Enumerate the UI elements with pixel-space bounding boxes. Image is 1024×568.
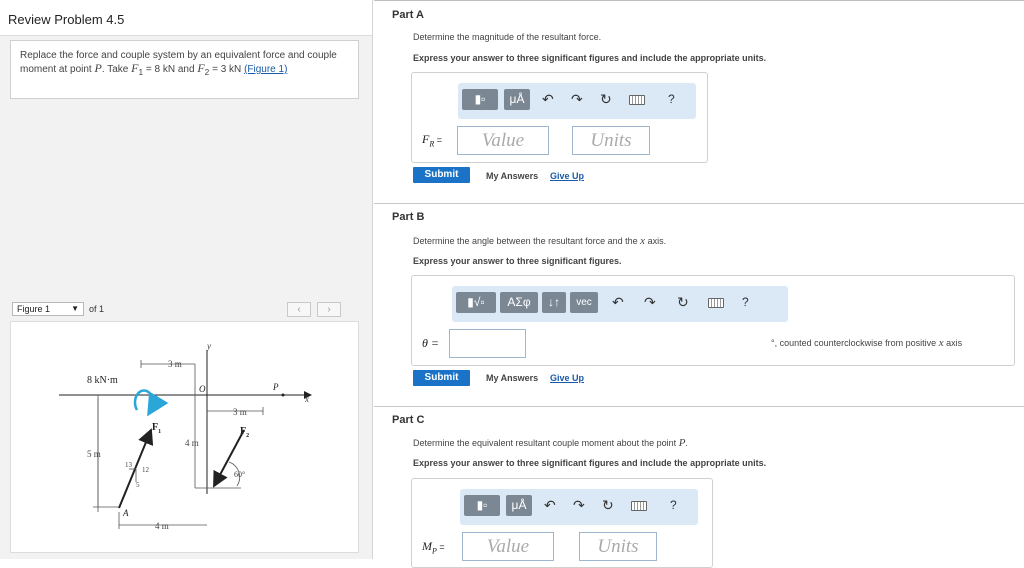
- problem-header: Review Problem 4.5: [0, 0, 372, 36]
- dim-4m-vertical: 4 m: [185, 438, 199, 448]
- dim-3m-right: 3 m: [233, 407, 247, 417]
- triangle-12: 12: [142, 466, 150, 474]
- keyboard-icon[interactable]: [631, 501, 647, 511]
- help-button[interactable]: ?: [670, 496, 677, 514]
- dim-3m-top: 3 m: [168, 359, 182, 369]
- undo-icon[interactable]: ↶: [542, 90, 554, 108]
- part-b-title: Part B: [392, 211, 425, 223]
- part-b-unit-note: °, counted counterclockwise from positiv…: [771, 337, 963, 349]
- chevron-left-icon: ‹: [297, 304, 301, 315]
- redo-icon[interactable]: ↷: [573, 496, 585, 514]
- part-a-units-input[interactable]: Units: [572, 126, 650, 155]
- problem-title: Review Problem 4.5: [8, 12, 125, 27]
- dim-5m: 5 m: [87, 449, 101, 459]
- caret-down-icon: ▼: [71, 304, 79, 313]
- sqrt-templates-icon: ▮√▫: [467, 295, 485, 309]
- redo-icon[interactable]: ↷: [571, 90, 583, 108]
- angle-label: 60°: [234, 470, 245, 479]
- part-a-title: Part A: [392, 9, 424, 21]
- part-c-instruction: Express your answer to three significant…: [413, 458, 767, 468]
- top-divider: [374, 0, 1024, 1]
- part-a-field-label: FR =: [422, 132, 442, 149]
- part-c-prompt: Determine the equivalent resultant coupl…: [413, 437, 688, 449]
- dim-4m-bottom: 4 m: [155, 521, 169, 531]
- point-p-label: P: [272, 382, 279, 392]
- reset-icon[interactable]: ↻: [602, 496, 614, 514]
- help-button[interactable]: ?: [742, 293, 749, 311]
- moment-arrow: [133, 389, 169, 417]
- point-a-label: A: [122, 508, 129, 518]
- figure-nav: Figure 1 ▼ of 1 ‹ ›: [10, 301, 359, 319]
- keyboard-icon[interactable]: [708, 298, 724, 308]
- part-b-prompt: Determine the angle between the resultan…: [413, 235, 667, 247]
- origin-label: O: [199, 384, 206, 394]
- part-divider: [374, 203, 1024, 204]
- figure-count: of 1: [89, 304, 105, 314]
- part-a-answer-box: ▮▫ μÅ ↶ ↷ ↻ ? FR = Value Units: [411, 72, 708, 163]
- part-c-value-input[interactable]: Value: [462, 532, 554, 561]
- reset-icon[interactable]: ↻: [600, 90, 612, 108]
- templates-button[interactable]: ▮▫: [462, 89, 498, 110]
- redo-icon[interactable]: ↷: [644, 293, 656, 311]
- part-a-give-up[interactable]: Give Up: [550, 171, 584, 181]
- chevron-right-icon: ›: [327, 304, 331, 315]
- figure-prev-button[interactable]: ‹: [287, 302, 311, 317]
- part-c-units-input[interactable]: Units: [579, 532, 657, 561]
- part-b-instruction: Express your answer to three significant…: [413, 256, 622, 266]
- moment-label: 8 kN·m: [87, 375, 118, 386]
- figure-select[interactable]: Figure 1 ▼: [12, 302, 84, 316]
- units-button[interactable]: μÅ: [504, 89, 530, 110]
- keyboard-icon[interactable]: [629, 95, 645, 105]
- part-a-toolbar: ▮▫ μÅ ↶ ↷ ↻ ?: [458, 83, 696, 119]
- vec-button[interactable]: vec: [570, 292, 598, 313]
- part-b-value-input[interactable]: [449, 329, 526, 358]
- part-a-submit-button[interactable]: Submit: [413, 167, 470, 183]
- part-b-submit-button[interactable]: Submit: [413, 370, 470, 386]
- part-b-give-up[interactable]: Give Up: [550, 373, 584, 383]
- units-button[interactable]: μÅ: [506, 495, 532, 516]
- templates-icon: ▮▫: [476, 498, 488, 512]
- part-b-my-answers[interactable]: My Answers: [486, 373, 538, 383]
- figure-diagram: 8 kN·m 3 m 3 m 4 m 5 m 4 m y x O P A F1 …: [59, 341, 312, 531]
- reset-icon[interactable]: ↻: [677, 293, 689, 311]
- figure-link[interactable]: (Figure 1): [244, 64, 287, 75]
- part-c-toolbar: ▮▫ μÅ ↶ ↷ ↻ ?: [460, 489, 698, 525]
- f2-label: F2: [240, 426, 249, 439]
- part-c-field-label: MP =: [422, 539, 445, 556]
- part-c-title: Part C: [392, 414, 425, 426]
- figure-panel: 8 kN·m 3 m 3 m 4 m 5 m 4 m y x O P A F1 …: [10, 321, 359, 553]
- part-c-answer-box: ▮▫ μÅ ↶ ↷ ↻ ? MP = Value Units: [411, 478, 713, 568]
- part-divider: [374, 406, 1024, 407]
- answers-panel: Part A Determine the magnitude of the re…: [374, 0, 1024, 568]
- undo-icon[interactable]: ↶: [612, 293, 624, 311]
- templates-icon: ▮▫: [474, 92, 486, 106]
- part-a-prompt: Determine the magnitude of the resultant…: [413, 32, 602, 42]
- part-a-my-answers[interactable]: My Answers: [486, 171, 538, 181]
- arrows-button[interactable]: ↓↑: [542, 292, 566, 313]
- problem-statement: Replace the force and couple system by a…: [10, 40, 359, 99]
- help-button[interactable]: ?: [668, 90, 675, 108]
- undo-icon[interactable]: ↶: [544, 496, 556, 514]
- part-b-answer-box: ▮√▫ ΑΣφ ↓↑ vec ↶ ↷ ↻ ? θ = °, counted co…: [411, 275, 1015, 366]
- greek-button[interactable]: ΑΣφ: [500, 292, 538, 313]
- part-b-field-label: θ =: [422, 336, 439, 350]
- sqrt-templates-button[interactable]: ▮√▫: [456, 292, 496, 313]
- f1-label: F1: [152, 422, 161, 435]
- figure-next-button[interactable]: ›: [317, 302, 341, 317]
- axis-x-label: x: [304, 394, 309, 404]
- part-a-value-input[interactable]: Value: [457, 126, 549, 155]
- triangle-13: 13: [125, 461, 133, 469]
- part-a-instruction: Express your answer to three significant…: [413, 53, 767, 63]
- templates-button[interactable]: ▮▫: [464, 495, 500, 516]
- problem-panel: Review Problem 4.5 Replace the force and…: [0, 0, 373, 559]
- axis-y-label: y: [206, 341, 211, 351]
- part-b-toolbar: ▮√▫ ΑΣφ ↓↑ vec ↶ ↷ ↻ ?: [452, 286, 788, 322]
- triangle-5: 5: [136, 481, 140, 489]
